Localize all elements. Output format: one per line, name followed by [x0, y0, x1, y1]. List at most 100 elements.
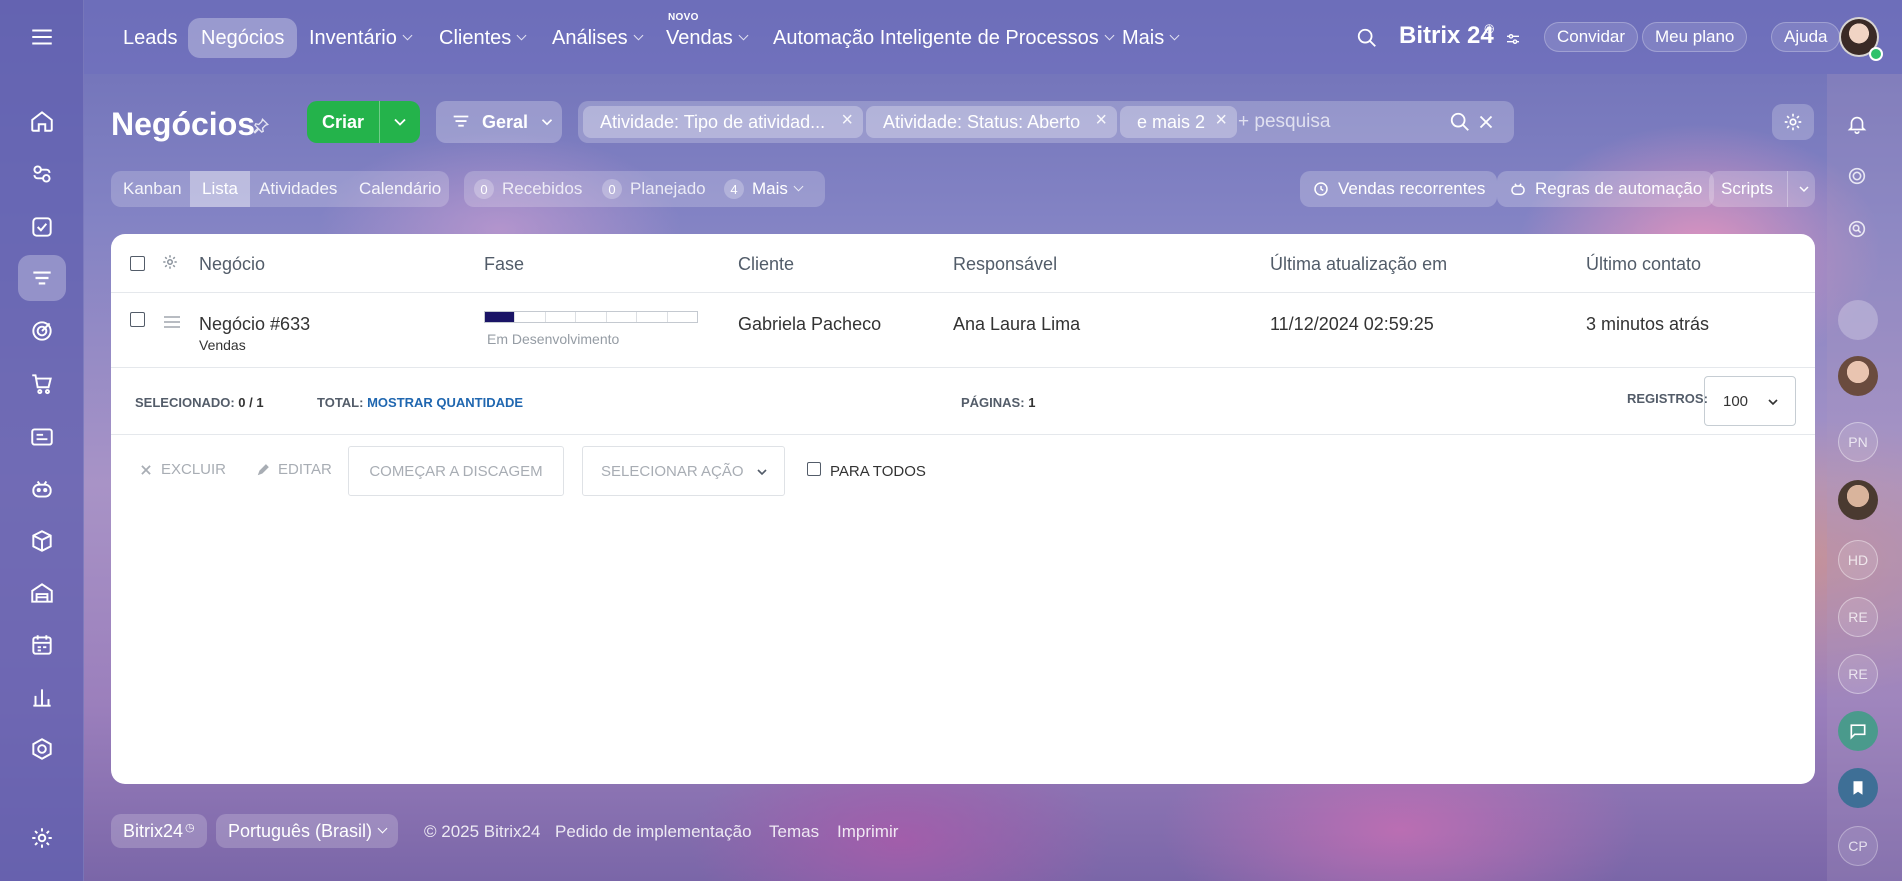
- settings-icon[interactable]: [18, 815, 66, 861]
- chevron-down-icon[interactable]: [390, 112, 410, 132]
- tab-kanban[interactable]: Kanban: [123, 171, 182, 207]
- themes-link[interactable]: Temas: [769, 822, 819, 842]
- invite-button[interactable]: Convidar: [1544, 22, 1639, 52]
- records-per-page-select[interactable]: 100: [1704, 376, 1796, 426]
- filter-bar[interactable]: Atividade: Tipo de atividad... × Atividad…: [578, 101, 1514, 143]
- column-header-deal[interactable]: Negócio: [199, 254, 265, 275]
- contact-avatar-initials[interactable]: RE: [1838, 654, 1878, 694]
- pin-icon[interactable]: [252, 117, 270, 135]
- settings-button[interactable]: [1772, 104, 1814, 140]
- chevron-down-icon: [1768, 399, 1778, 406]
- nav-clients[interactable]: Clientes: [439, 18, 527, 58]
- nav-automation[interactable]: Automação Inteligente de Processos: [773, 18, 1115, 58]
- tab-activities[interactable]: Atividades: [259, 171, 337, 207]
- menu-icon[interactable]: [18, 14, 66, 60]
- crm-icon[interactable]: [18, 255, 66, 301]
- delete-action[interactable]: EXCLUIR: [139, 461, 226, 478]
- bookmark-icon[interactable]: [1838, 768, 1878, 808]
- search-icon[interactable]: [1449, 111, 1471, 133]
- filter-chip-activity-status[interactable]: Atividade: Status: Aberto ×: [866, 106, 1117, 138]
- nav-deals[interactable]: Negócios: [188, 18, 298, 58]
- counter-more[interactable]: 4 Mais: [724, 171, 804, 207]
- select-all-checkbox[interactable]: [130, 256, 145, 271]
- bell-icon[interactable]: [1846, 113, 1868, 135]
- nav-analytics[interactable]: Análises: [552, 18, 644, 58]
- chevron-down-icon[interactable]: [1796, 181, 1812, 197]
- counter-received[interactable]: 0 Recebidos: [474, 171, 582, 207]
- tasks-icon[interactable]: [18, 204, 66, 250]
- radar-icon[interactable]: [1846, 165, 1868, 187]
- close-icon[interactable]: ×: [1095, 109, 1107, 132]
- copilot-icon[interactable]: [18, 466, 66, 512]
- deal-link[interactable]: Negócio #633: [199, 314, 310, 335]
- filter-search-input[interactable]: + pesquisa: [1238, 111, 1330, 133]
- start-dialing-button[interactable]: COMEÇAR A DISCAGEM: [348, 446, 564, 496]
- contact-avatar[interactable]: [1838, 356, 1878, 396]
- row-checkbox[interactable]: [130, 312, 145, 327]
- help-button[interactable]: Ajuda: [1771, 22, 1841, 52]
- select-action-dropdown[interactable]: SELECIONAR AÇÃO: [582, 446, 785, 496]
- filter-chip-activity-type[interactable]: Atividade: Tipo de atividad... ×: [583, 106, 863, 138]
- owner-link[interactable]: Ana Laura Lima: [953, 314, 1080, 335]
- contact-avatar-initials[interactable]: RE: [1838, 597, 1878, 637]
- clear-icon[interactable]: [1475, 111, 1497, 133]
- contact-avatar-initials[interactable]: HD: [1838, 540, 1878, 580]
- implementation-link[interactable]: Pedido de implementação: [555, 822, 752, 842]
- hexagon-icon[interactable]: [18, 726, 66, 772]
- language-select[interactable]: Português (Brasil): [216, 814, 399, 848]
- tab-list[interactable]: Lista: [190, 171, 250, 207]
- nav-sales[interactable]: Vendas: [666, 18, 749, 58]
- collaboration-icon[interactable]: [18, 151, 66, 197]
- contact-center-icon[interactable]: [18, 414, 66, 460]
- edit-action[interactable]: EDITAR: [256, 461, 332, 478]
- stage-segment: [515, 312, 546, 322]
- home-icon[interactable]: [18, 98, 66, 144]
- column-header-stage[interactable]: Fase: [484, 254, 524, 275]
- footer-brand-button[interactable]: Bitrix24 ◷: [111, 814, 207, 848]
- calendar-icon[interactable]: [18, 622, 66, 668]
- contact-avatar-initials[interactable]: PN: [1838, 422, 1878, 462]
- warehouse-icon[interactable]: [18, 570, 66, 616]
- column-header-updated[interactable]: Última atualização em: [1270, 254, 1447, 275]
- analytics-icon[interactable]: [18, 674, 66, 720]
- stage-progress-bar[interactable]: [484, 311, 698, 323]
- copyright: © 2025 Bitrix24: [424, 822, 541, 841]
- for-all-checkbox[interactable]: [807, 462, 821, 476]
- recurring-icon: [1314, 182, 1328, 196]
- for-all-label: PARA TODOS: [830, 463, 926, 480]
- print-link[interactable]: Imprimir: [837, 822, 898, 842]
- client-link[interactable]: Gabriela Pacheco: [738, 314, 881, 335]
- cart-icon[interactable]: [18, 361, 66, 407]
- chat-search-icon[interactable]: [1846, 218, 1868, 240]
- drag-handle-icon[interactable]: [163, 315, 181, 329]
- contact-avatar[interactable]: [1838, 300, 1878, 340]
- my-plan-button[interactable]: Meu plano: [1642, 22, 1748, 52]
- close-icon: [141, 464, 151, 475]
- show-quantity-link[interactable]: MOSTRAR QUANTIDADE: [367, 395, 523, 410]
- nav-leads[interactable]: Leads: [123, 18, 178, 58]
- automation-rules-button[interactable]: Regras de automação: [1497, 171, 1715, 207]
- contact-avatar[interactable]: [1838, 480, 1878, 520]
- nav-more[interactable]: Mais: [1122, 18, 1180, 58]
- column-header-client[interactable]: Cliente: [738, 254, 794, 275]
- recurring-sales-button[interactable]: Vendas recorrentes: [1300, 171, 1498, 207]
- nav-inventory[interactable]: Inventário: [309, 18, 413, 58]
- open-channels-icon[interactable]: [1838, 711, 1878, 751]
- column-header-last-contact[interactable]: Último contato: [1586, 254, 1701, 275]
- sliders-icon[interactable]: [1505, 31, 1521, 47]
- create-button[interactable]: Criar: [307, 101, 420, 143]
- contact-avatar-initials[interactable]: CP: [1838, 826, 1878, 866]
- box-icon[interactable]: [18, 518, 66, 564]
- target-icon[interactable]: [18, 308, 66, 354]
- close-icon[interactable]: ×: [1215, 109, 1227, 132]
- deals-list-card: Negócio Fase Cliente Responsável Última …: [111, 234, 1815, 784]
- counter-planned[interactable]: 0 Planejado: [602, 171, 706, 207]
- tab-calendar[interactable]: Calendário: [359, 171, 441, 207]
- search-icon[interactable]: [1356, 27, 1378, 49]
- column-header-owner[interactable]: Responsável: [953, 254, 1057, 275]
- general-button[interactable]: Geral: [436, 101, 562, 143]
- scripts-button[interactable]: Scripts: [1709, 171, 1815, 207]
- filter-chip-more[interactable]: e mais 2 ×: [1120, 106, 1237, 138]
- close-icon[interactable]: ×: [841, 109, 853, 132]
- gear-icon[interactable]: [161, 253, 179, 271]
